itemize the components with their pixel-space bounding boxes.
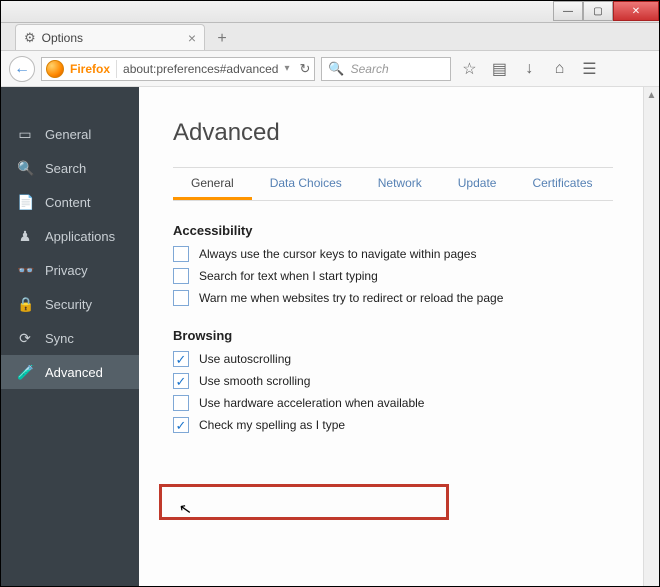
menu-button[interactable]: ☰ <box>577 57 601 81</box>
search-nav-icon: 🔍 <box>17 160 33 177</box>
section-title-accessibility: Accessibility <box>173 223 659 238</box>
sidebar-item-label: Security <box>45 297 92 312</box>
identity-separator <box>116 60 117 78</box>
browser-tab-options[interactable]: ⚙ Options × <box>15 24 205 50</box>
sidebar-item-privacy[interactable]: 👓 Privacy <box>1 253 139 287</box>
sidebar-item-label: Sync <box>45 331 74 346</box>
sidebar-item-label: Search <box>45 161 86 176</box>
search-bar[interactable]: 🔍 Search <box>321 57 451 81</box>
sidebar-item-label: Privacy <box>45 263 88 278</box>
sidebar-item-label: Content <box>45 195 91 210</box>
sync-icon: ⟳ <box>17 330 33 347</box>
subtab-data-choices[interactable]: Data Choices <box>252 168 360 200</box>
window-maximize-button[interactable]: ▢ <box>583 1 613 21</box>
url-text: about:preferences#advanced <box>123 62 278 76</box>
sidebar-item-sync[interactable]: ⟳ Sync <box>1 321 139 355</box>
sidebar-item-general[interactable]: ▭ General <box>1 117 139 151</box>
checkbox-row-cursor-keys[interactable]: Always use the cursor keys to navigate w… <box>173 246 659 262</box>
window-titlebar: — ▢ ✕ <box>1 1 659 23</box>
content-area: ▭ General 🔍 Search 📄 Content ♟ Applicati… <box>1 87 659 586</box>
checkbox[interactable]: ✓ <box>173 373 189 389</box>
general-icon: ▭ <box>17 126 33 143</box>
checkbox-row-warn-redirect[interactable]: Warn me when websites try to redirect or… <box>173 290 659 306</box>
home-button[interactable]: ⌂ <box>547 57 571 81</box>
reload-icon[interactable]: ↻ <box>300 61 311 77</box>
checkbox-row-autoscrolling[interactable]: ✓ Use autoscrolling <box>173 351 659 367</box>
advanced-icon: 🧪 <box>17 364 33 381</box>
sidebar-item-label: Advanced <box>45 365 103 380</box>
advanced-subtabs: General Data Choices Network Update Cert… <box>173 167 613 201</box>
tab-title: Options <box>42 31 83 45</box>
sidebar-item-advanced[interactable]: 🧪 Advanced <box>1 355 139 389</box>
sidebar-item-search[interactable]: 🔍 Search <box>1 151 139 185</box>
subtab-update[interactable]: Update <box>440 168 515 200</box>
clipboard-button[interactable]: ▤ <box>487 57 511 81</box>
sidebar-item-content[interactable]: 📄 Content <box>1 185 139 219</box>
checkbox-label: Check my spelling as I type <box>199 418 345 432</box>
sidebar-item-label: Applications <box>45 229 115 244</box>
subtab-certificates[interactable]: Certificates <box>514 168 610 200</box>
subtab-general[interactable]: General <box>173 168 252 200</box>
sidebar-item-label: General <box>45 127 91 142</box>
checkbox-row-smooth-scrolling[interactable]: ✓ Use smooth scrolling <box>173 373 659 389</box>
window-close-button[interactable]: ✕ <box>613 1 659 21</box>
checkbox[interactable] <box>173 246 189 262</box>
sidebar-item-applications[interactable]: ♟ Applications <box>1 219 139 253</box>
checkbox-label: Use smooth scrolling <box>199 374 310 388</box>
preferences-sidebar: ▭ General 🔍 Search 📄 Content ♟ Applicati… <box>1 87 139 586</box>
subtab-network[interactable]: Network <box>360 168 440 200</box>
url-dropdown-icon[interactable]: ▾ <box>284 63 289 74</box>
sidebar-item-security[interactable]: 🔒 Security <box>1 287 139 321</box>
bookmark-star-button[interactable]: ☆ <box>457 57 481 81</box>
checkbox[interactable] <box>173 290 189 306</box>
back-button[interactable]: ← <box>9 56 35 82</box>
applications-icon: ♟ <box>17 228 33 245</box>
checkbox-label: Use autoscrolling <box>199 352 291 366</box>
downloads-button[interactable]: ↓ <box>517 57 541 81</box>
firefox-icon <box>46 60 64 78</box>
checkbox-row-spell-check[interactable]: ✓ Check my spelling as I type <box>173 417 659 433</box>
url-bar[interactable]: Firefox about:preferences#advanced ▾ ↻ <box>41 57 315 81</box>
search-placeholder: Search <box>351 62 389 76</box>
section-title-browsing: Browsing <box>173 328 659 343</box>
browser-toolbar: ← Firefox about:preferences#advanced ▾ ↻… <box>1 51 659 87</box>
gear-icon: ⚙ <box>24 30 36 46</box>
url-identity-label: Firefox <box>70 62 110 76</box>
checkbox-label: Warn me when websites try to redirect or… <box>199 291 503 305</box>
checkbox[interactable] <box>173 268 189 284</box>
new-tab-button[interactable]: + <box>211 28 233 50</box>
checkbox[interactable]: ✓ <box>173 351 189 367</box>
browser-tabstrip: ⚙ Options × + <box>1 23 659 51</box>
checkbox-row-search-text[interactable]: Search for text when I start typing <box>173 268 659 284</box>
checkbox-label: Use hardware acceleration when available <box>199 396 424 410</box>
search-icon: 🔍 <box>328 61 344 77</box>
checkbox[interactable]: ✓ <box>173 417 189 433</box>
checkbox-label: Search for text when I start typing <box>199 269 378 283</box>
privacy-icon: 👓 <box>17 262 33 279</box>
scroll-up-icon[interactable]: ▲ <box>644 87 659 103</box>
checkbox-row-hardware-acceleration[interactable]: Use hardware acceleration when available <box>173 395 659 411</box>
content-icon: 📄 <box>17 194 33 211</box>
lock-icon: 🔒 <box>17 296 33 313</box>
tab-close-icon[interactable]: × <box>188 30 196 46</box>
vertical-scrollbar[interactable]: ▲ <box>643 87 659 586</box>
window-minimize-button[interactable]: — <box>553 1 583 21</box>
page-title: Advanced <box>173 119 659 147</box>
preferences-pane: Advanced General Data Choices Network Up… <box>139 87 659 586</box>
checkbox[interactable] <box>173 395 189 411</box>
checkbox-label: Always use the cursor keys to navigate w… <box>199 247 476 261</box>
